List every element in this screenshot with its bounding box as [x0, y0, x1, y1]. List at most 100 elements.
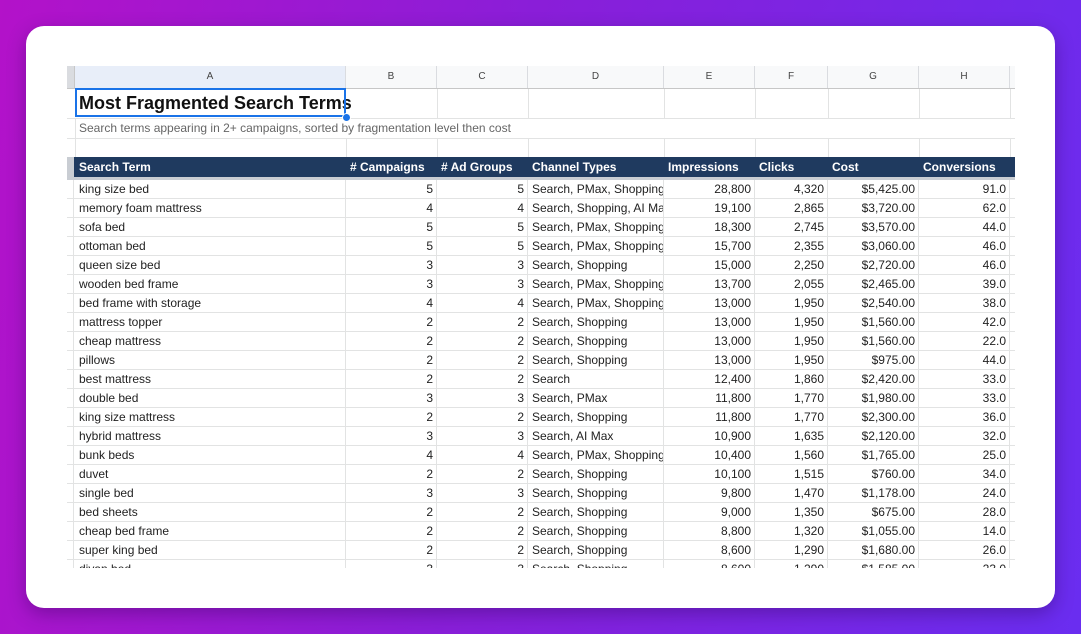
cell-clicks[interactable]: 1,290 [755, 560, 828, 568]
cell-ad-groups[interactable]: 5 [437, 180, 528, 198]
cell-impressions[interactable]: 13,700 [664, 275, 755, 293]
cell-clicks[interactable]: 1,350 [755, 503, 828, 521]
cell-cost[interactable]: $2,420.00 [828, 370, 919, 388]
cell-search-term[interactable]: best mattress [75, 370, 346, 388]
cell-impressions[interactable]: 15,000 [664, 256, 755, 274]
cell-search-term[interactable]: bunk beds [75, 446, 346, 464]
header-channel-types[interactable]: Channel Types [528, 157, 664, 177]
cell-channel-types[interactable]: Search, Shopping [528, 560, 664, 568]
cell-conversions[interactable]: 38.0 [919, 294, 1010, 312]
table-row[interactable]: pillows 2 2 Search, Shopping 13,000 1,950 $975… [67, 351, 1015, 370]
cell-search-term[interactable]: wooden bed frame [75, 275, 346, 293]
cell-conversions[interactable]: 44.0 [919, 351, 1010, 369]
cell-search-term[interactable]: single bed [75, 484, 346, 502]
header-campaigns[interactable]: # Campaigns [346, 157, 437, 177]
table-row[interactable]: ottoman bed 5 5 Search, PMax, Shopping 15,70… [67, 237, 1015, 256]
cell-channel-types[interactable]: Search, PMax, Shopping [528, 237, 664, 255]
table-row[interactable]: single bed 3 3 Search, Shopping 9,800 1,470 $1… [67, 484, 1015, 503]
cell-search-term[interactable]: cheap mattress [75, 332, 346, 350]
cell-conversions[interactable]: 25.0 [919, 446, 1010, 464]
table-row[interactable]: divan bed33Search, Shopping8,6001,290$1,… [67, 560, 1015, 568]
cell-channel-types[interactable]: Search, Shopping [528, 484, 664, 502]
table-row[interactable]: mattress topper 2 2 Search, Shopping 13,000 1… [67, 313, 1015, 332]
cell-search-term[interactable]: bed frame with storage [75, 294, 346, 312]
cell-impressions[interactable]: 10,100 [664, 465, 755, 483]
cell-search-term[interactable]: divan bed [75, 560, 346, 568]
cell-conversions[interactable]: 34.0 [919, 465, 1010, 483]
cell-conversions[interactable]: 26.0 [919, 541, 1010, 559]
cell-campaigns[interactable]: 4 [346, 199, 437, 217]
subtitle-row[interactable]: Search terms appearing in 2+ campaigns, … [67, 119, 1015, 139]
cell-cost[interactable]: $760.00 [828, 465, 919, 483]
cell-channel-types[interactable]: Search, Shopping, AI Ma [528, 199, 664, 217]
cell-conversions[interactable]: 32.0 [919, 427, 1010, 445]
cell-clicks[interactable]: 1,950 [755, 294, 828, 312]
cell-conversions[interactable]: 28.0 [919, 503, 1010, 521]
cell-clicks[interactable]: 1,320 [755, 522, 828, 540]
table-row[interactable]: memory foam mattress 4 4 Search, Shopping, … [67, 199, 1015, 218]
cell-channel-types[interactable]: Search [528, 370, 664, 388]
cell-ad-groups[interactable]: 2 [437, 541, 528, 559]
cell-cost[interactable]: $1,055.00 [828, 522, 919, 540]
cell-ad-groups[interactable]: 3 [437, 389, 528, 407]
cell-impressions[interactable]: 28,800 [664, 180, 755, 198]
cell-cost[interactable]: $1,680.00 [828, 541, 919, 559]
cell-impressions[interactable]: 13,000 [664, 332, 755, 350]
cell-clicks[interactable]: 2,865 [755, 199, 828, 217]
cell-search-term[interactable]: sofa bed [75, 218, 346, 236]
table-row[interactable]: cheap mattress 2 2 Search, Shopping 13,000 1,… [67, 332, 1015, 351]
cell-ad-groups[interactable]: 2 [437, 332, 528, 350]
header-impressions[interactable]: Impressions [664, 157, 755, 177]
cell-cost[interactable]: $1,765.00 [828, 446, 919, 464]
cell-search-term[interactable]: mattress topper [75, 313, 346, 331]
cell-channel-types[interactable]: Search, Shopping [528, 332, 664, 350]
cell-channel-types[interactable]: Search, Shopping [528, 541, 664, 559]
cell-channel-types[interactable]: Search, AI Max [528, 427, 664, 445]
cell-ad-groups[interactable]: 5 [437, 218, 528, 236]
cell-campaigns[interactable]: 5 [346, 180, 437, 198]
cell-channel-types[interactable]: Search, PMax, Shopping [528, 275, 664, 293]
cell-campaigns[interactable]: 3 [346, 427, 437, 445]
cell-conversions[interactable]: 14.0 [919, 522, 1010, 540]
cell-conversions[interactable]: 46.0 [919, 256, 1010, 274]
table-row[interactable]: best mattress 2 2 Search 12,400 1,860 $2,420.0… [67, 370, 1015, 389]
cell-channel-types[interactable]: Search, Shopping [528, 256, 664, 274]
header-conversions[interactable]: Conversions [919, 157, 1010, 177]
cell-cost[interactable]: $5,425.00 [828, 180, 919, 198]
cell-ad-groups[interactable]: 4 [437, 199, 528, 217]
column-header-c[interactable]: C [437, 66, 528, 88]
cell-impressions[interactable]: 18,300 [664, 218, 755, 236]
cell-impressions[interactable]: 13,000 [664, 294, 755, 312]
cell-campaigns[interactable]: 2 [346, 332, 437, 350]
table-row[interactable]: sofa bed 5 5 Search, PMax, Shopping 18,300 2,… [67, 218, 1015, 237]
cell-ad-groups[interactable]: 3 [437, 256, 528, 274]
table-row[interactable]: hybrid mattress 3 3 Search, AI Max 10,900 1,6… [67, 427, 1015, 446]
cell-impressions[interactable]: 9,800 [664, 484, 755, 502]
cell-impressions[interactable]: 10,400 [664, 446, 755, 464]
cell-conversions[interactable]: 44.0 [919, 218, 1010, 236]
header-clicks[interactable]: Clicks [755, 157, 828, 177]
cell-cost[interactable]: $3,720.00 [828, 199, 919, 217]
cell-cost[interactable]: $1,980.00 [828, 389, 919, 407]
cell-campaigns[interactable]: 2 [346, 541, 437, 559]
cell-search-term[interactable]: double bed [75, 389, 346, 407]
cell-impressions[interactable]: 8,800 [664, 522, 755, 540]
cell-ad-groups[interactable]: 3 [437, 560, 528, 568]
cell-clicks[interactable]: 2,355 [755, 237, 828, 255]
cell-cost[interactable]: $3,570.00 [828, 218, 919, 236]
header-cost[interactable]: Cost [828, 157, 919, 177]
cell-campaigns[interactable]: 2 [346, 522, 437, 540]
cell-impressions[interactable]: 11,800 [664, 408, 755, 426]
cell-ad-groups[interactable]: 2 [437, 313, 528, 331]
cell-conversions[interactable]: 24.0 [919, 484, 1010, 502]
cell-clicks[interactable]: 1,635 [755, 427, 828, 445]
cell-channel-types[interactable]: Search, Shopping [528, 465, 664, 483]
cell-campaigns[interactable]: 2 [346, 503, 437, 521]
cell-cost[interactable]: $2,720.00 [828, 256, 919, 274]
cell-campaigns[interactable]: 5 [346, 218, 437, 236]
cell-campaigns[interactable]: 5 [346, 237, 437, 255]
cell-conversions[interactable]: 42.0 [919, 313, 1010, 331]
cell-ad-groups[interactable]: 2 [437, 465, 528, 483]
cell-campaigns[interactable]: 4 [346, 294, 437, 312]
cell-cost[interactable]: $2,300.00 [828, 408, 919, 426]
